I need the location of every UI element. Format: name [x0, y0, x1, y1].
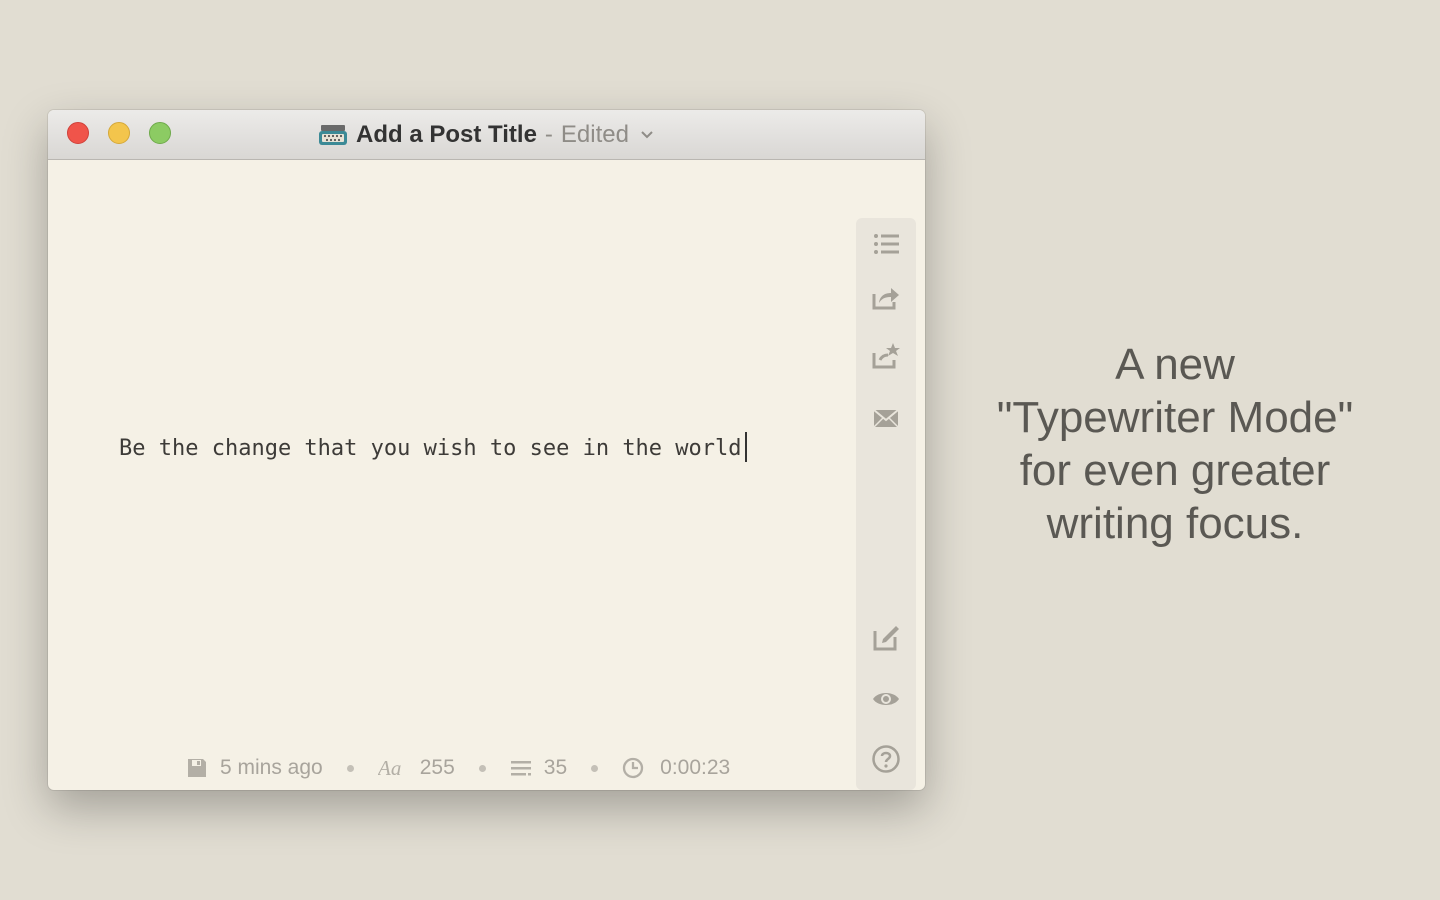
- text-cursor: [744, 432, 747, 462]
- edit-mode-button[interactable]: [869, 621, 903, 655]
- zoom-button[interactable]: [149, 122, 171, 144]
- font-icon: Aa: [378, 757, 401, 779]
- title-text: Add a Post Title: [356, 120, 537, 148]
- separator-dot: [346, 764, 354, 772]
- title-separator: -: [544, 120, 553, 148]
- chevron-down-icon[interactable]: [639, 127, 655, 143]
- promo-text: A new "Typewriter Mode" for even greater…: [960, 338, 1390, 550]
- clock-icon: [622, 757, 644, 779]
- lines-icon: [510, 761, 531, 776]
- editor-area[interactable]: Be the change that you wish to see in th…: [48, 160, 925, 790]
- saved-time: 5 mins ago: [220, 756, 323, 779]
- email-button[interactable]: [869, 401, 903, 435]
- help-button[interactable]: [869, 742, 903, 776]
- svg-text:Aa: Aa: [378, 757, 401, 779]
- outline-button[interactable]: [869, 227, 903, 261]
- title-status: Edited: [560, 120, 629, 148]
- character-count: 255: [419, 756, 455, 779]
- pencil-icon: [873, 626, 899, 651]
- promo-line: writing focus.: [1046, 499, 1304, 548]
- minimize-button[interactable]: [108, 122, 130, 144]
- promo-line: for even greater: [1019, 446, 1331, 495]
- separator-dot: [478, 764, 486, 772]
- help-icon: [872, 745, 900, 773]
- preview-button[interactable]: [869, 682, 903, 716]
- save-icon: [188, 759, 206, 777]
- typewriter-icon: [318, 123, 348, 147]
- editor-window: Add a Post Title - Edited Be the change …: [48, 110, 925, 790]
- status-bar: 5 mins ago Aa 255 35 0:00:23: [186, 754, 730, 782]
- share-icon: [872, 288, 899, 310]
- writing-time: 0:00:23: [660, 756, 731, 779]
- document-title[interactable]: Add a Post Title - Edited: [318, 110, 655, 159]
- list-icon: [874, 234, 899, 254]
- share-button[interactable]: [869, 280, 903, 314]
- editor-text: Be the change that you wish to see in th…: [119, 436, 742, 461]
- separator-dot: [591, 764, 599, 772]
- promo-line: "Typewriter Mode": [996, 393, 1354, 442]
- promo-line: A new: [1115, 340, 1235, 389]
- side-toolbar: [856, 218, 916, 790]
- star-box-icon: [872, 343, 900, 369]
- envelope-icon: [873, 409, 899, 428]
- publish-button[interactable]: [869, 339, 903, 373]
- title-bar[interactable]: Add a Post Title - Edited: [48, 110, 925, 160]
- editor-text-line[interactable]: Be the change that you wish to see in th…: [119, 432, 747, 462]
- close-button[interactable]: [67, 122, 89, 144]
- line-count: 35: [543, 756, 568, 779]
- eye-icon: [873, 693, 899, 705]
